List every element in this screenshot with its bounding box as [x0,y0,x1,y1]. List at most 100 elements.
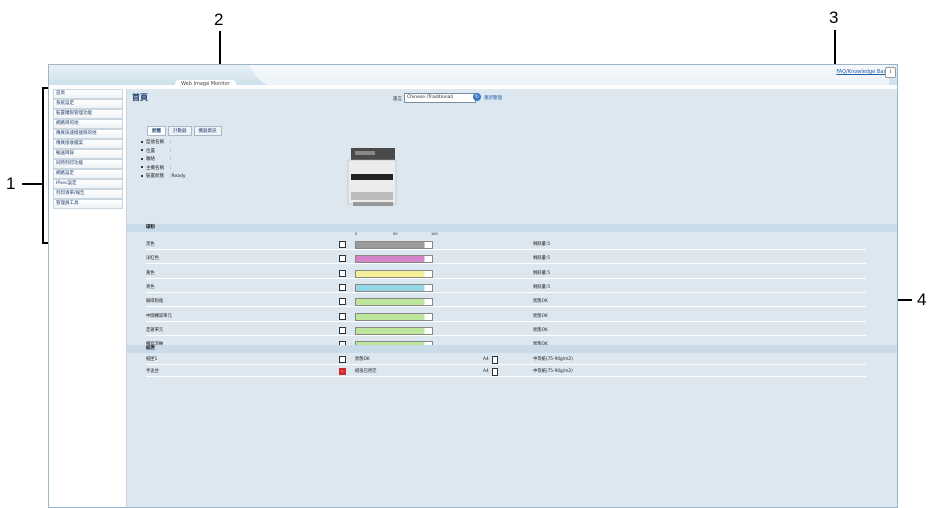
toner-status: 剩餘量:5 [533,284,551,290]
paper-orientation-icon [492,356,498,364]
main-content: 首頁 語言 Chinese (Traditional)▾ ↻ 重新整理 狀態計數… [127,89,897,507]
sidebar-item[interactable]: 同時列印功能 [53,158,123,169]
toner-status: 剩餘量:5 [533,270,551,276]
page-title: 首頁 [132,93,148,102]
info-value: : [170,157,172,162]
callout-4: 4 [917,290,927,309]
info-value: : [170,140,172,145]
info-label: 位置 [146,148,155,154]
cartridge-icon [339,255,346,263]
tray-name: 手送台 [146,369,159,374]
info-row: 主機名稱: [141,165,186,174]
cartridge-icon [339,283,346,291]
language-label: 語言 [393,97,402,102]
bullet-icon [141,174,143,177]
callout-3-line [834,30,836,68]
toner-row: 青色 剩餘量:5 [146,283,866,293]
paper-empty-icon: L [339,368,346,375]
toner-status: 剩餘量:5 [533,242,551,247]
paper-row: 紙匣1 狀態OK A4 中等紙(75-90g/m2) [146,355,866,365]
sidebar-item[interactable]: 網路目的地 [53,118,123,129]
info-value: : [170,148,172,154]
toner-name: 中間轉寫單元 [146,313,172,319]
toner-level-bar [355,298,433,307]
cartridge-icon [339,326,346,334]
toner-name: 洋紅色 [146,256,159,262]
help-icon[interactable]: i [885,67,896,78]
sidebar-item[interactable]: 傳真接收檔案 [53,138,123,149]
paper-type: 中等紙(75-90g/m2) [533,369,573,374]
faq-link[interactable]: FAQ/Knowledge Base [836,69,889,75]
scale-label: 0 [355,232,358,236]
toner-row: 黑色 剩餘量:5 [146,240,866,250]
cartridge-icon [339,269,346,277]
info-value: : [170,165,172,171]
tray-icon [339,356,346,363]
tray-name: 紙匣1 [146,357,158,362]
cartridge-icon [339,241,346,248]
scale-label: 100 [431,232,438,236]
toner-name: 青色 [146,284,155,290]
sidebar-item[interactable]: 裝置權限管理功能 [53,108,123,119]
tab-1[interactable]: 計數器 [168,126,192,136]
toner-level-bar [355,326,433,335]
refresh-link[interactable]: 重新整理 [484,95,502,101]
tab-0[interactable]: 狀態 [147,126,166,136]
tray-status: 紙張已用完 [355,369,377,374]
toner-name: 廢碳粉瓶 [146,299,164,305]
tab-2[interactable]: 機器資訊 [193,126,222,136]
toner-level-bar [355,283,433,292]
info-row: 裝置狀態 :Ready [141,173,186,182]
cartridge-icon [339,312,346,320]
sidebar-item[interactable]: IPsec設定 [53,178,123,189]
paper-row: 手送台 L 紙張已用完 A4 中等紙(75-90g/m2) [146,367,866,377]
info-row: 型號名稱: [141,139,186,148]
sidebar-item[interactable]: 首頁 [53,89,123,99]
toner-level-bar [355,269,433,278]
toner-name: 黑色 [146,242,155,247]
paper-type: 中等紙(75-90g/m2) [533,357,573,362]
callout-1: 1 [6,174,16,193]
sidebar-item[interactable]: 網路設定 [53,168,123,179]
toner-level-bar [355,312,433,321]
sidebar-item[interactable]: 列印清單/報告 [53,188,123,199]
callout-2: 2 [214,10,224,29]
info-row: 位置: [141,148,186,157]
toner-status: 狀態OK [533,299,548,305]
cartridge-icon [339,298,346,306]
sidebar-item[interactable]: 管理員工具 [53,198,123,209]
printer-image [347,148,397,206]
banner-wave [249,65,889,87]
sidebar-item[interactable]: 系統設定 [53,98,123,109]
toner-section-header: 碳粉 [127,224,897,232]
refresh-icon[interactable]: ↻ [473,93,481,101]
bullet-icon [141,166,143,168]
language-select[interactable]: Chinese (Traditional)▾ [404,93,476,103]
paper-section-header: 紙匣 [127,345,897,353]
info-label: 裝置狀態 [146,174,164,179]
tab-bar: 狀態 計數器 機器資訊 [147,117,224,136]
paper-size: A4 [483,369,489,374]
callout-1-line [22,183,42,185]
toner-row: 黃色 剩餘量:5 [146,269,866,279]
language-value: Chinese (Traditional) [407,95,454,100]
callout-3: 3 [829,8,839,27]
toner-row: 廢碳粉瓶 狀態OK [146,297,866,308]
toner-row: 洋紅色 剩餘量:5 [146,254,866,265]
sidebar-item[interactable]: 輸送目錄 [53,148,123,159]
bullet-icon [141,140,143,143]
bullet-icon [141,157,143,160]
toner-level-bar [355,241,433,249]
toner-status: 剩餘量:5 [533,256,551,262]
info-value: :Ready [170,174,186,179]
sidebar-item[interactable]: 傳真快速撥號目的地 [53,128,123,139]
toner-row: 定著單元 狀態OK [146,326,866,336]
web-image-monitor-window: Web Image Monitor FAQ/Knowledge Base i 首… [48,64,898,508]
scale-label: 50 [393,232,398,236]
tray-status: 狀態OK [355,357,370,362]
toner-name: 黃色 [146,270,155,276]
toner-name: 定著單元 [146,327,164,333]
toner-row: 中間轉寫單元 狀態OK [146,312,866,322]
info-label: 型號名稱 [146,140,164,145]
info-label: 聯絡 [146,157,155,162]
